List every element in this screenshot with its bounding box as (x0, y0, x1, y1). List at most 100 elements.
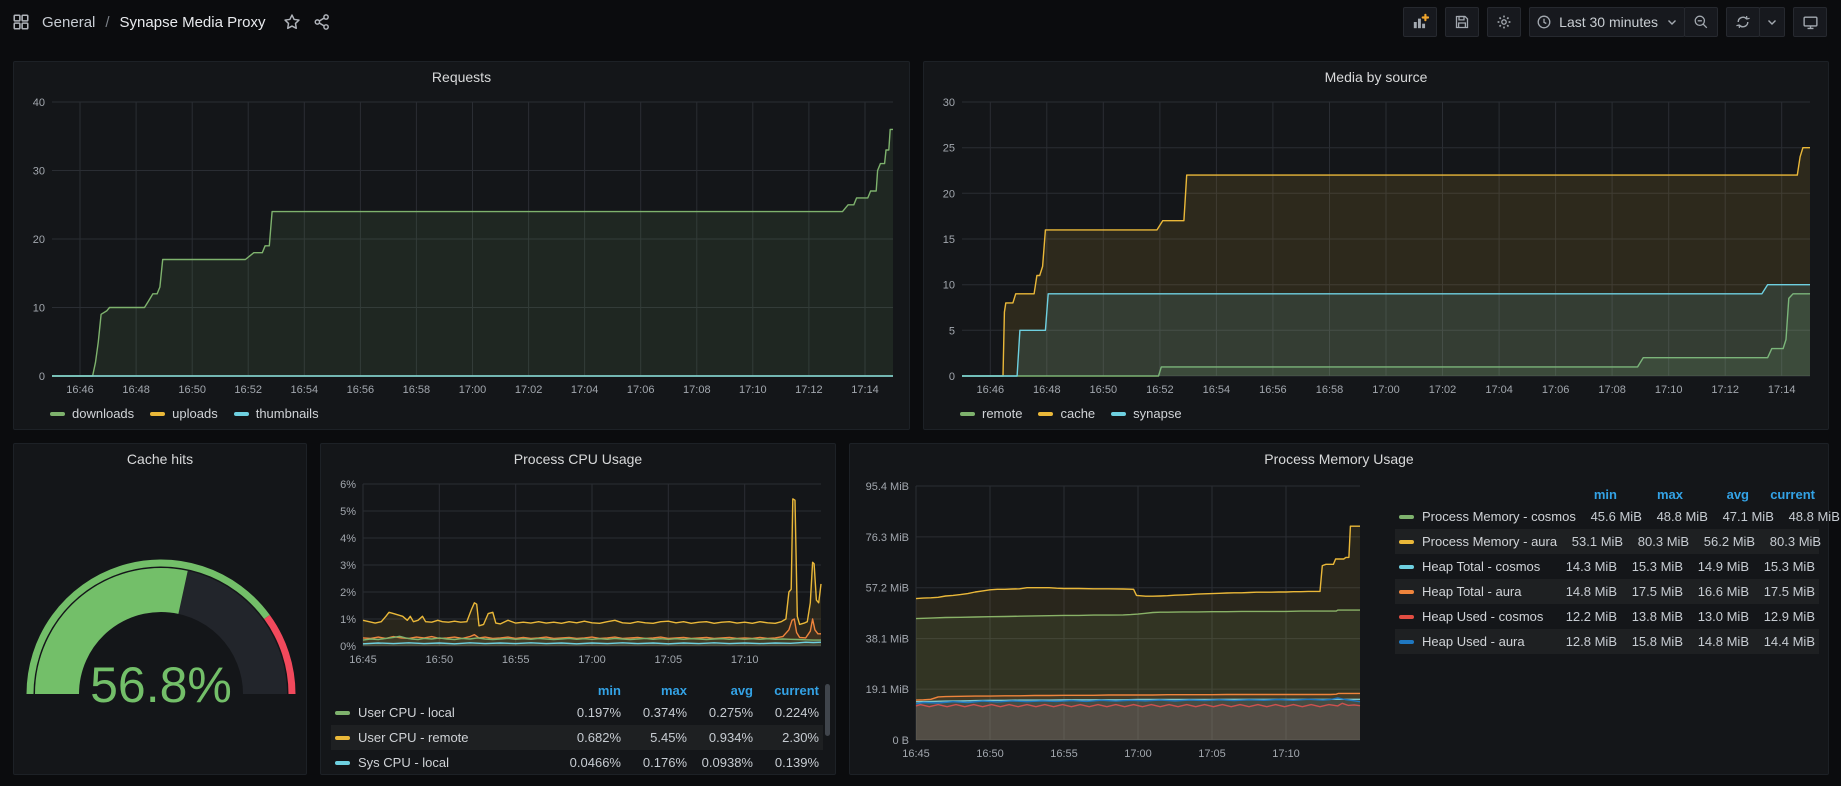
series-swatch (1399, 540, 1414, 544)
cache-hits-gauge: 56.8% (16, 516, 306, 721)
svg-text:16:50: 16:50 (976, 748, 1004, 760)
legend-row-User CPU - local[interactable]: User CPU - local0.197%0.374%0.275%0.224% (331, 700, 823, 725)
legend-value: 15.8 MiB (1617, 634, 1683, 649)
legend-scrollbar[interactable] (825, 684, 830, 736)
legend-label: Process Memory - aura (1422, 534, 1557, 549)
svg-text:17:12: 17:12 (1711, 384, 1739, 396)
svg-text:16:54: 16:54 (1203, 384, 1231, 396)
legend-row-Heap Total - cosmos[interactable]: Heap Total - cosmos14.3 MiB15.3 MiB14.9 … (1395, 554, 1819, 579)
legend-row-Process Memory - cosmos[interactable]: Process Memory - cosmos45.6 MiB48.8 MiB4… (1395, 504, 1819, 529)
legend-row-User CPU - remote[interactable]: User CPU - remote0.682%5.45%0.934%2.30% (331, 725, 823, 750)
legend-value: 48.8 MiB (1642, 509, 1708, 524)
dashboard-settings-button[interactable] (1487, 7, 1521, 37)
legend-value: 0.682% (555, 730, 621, 745)
series-swatch (150, 412, 165, 416)
legend-label: thumbnails (256, 406, 319, 421)
svg-text:16:52: 16:52 (234, 384, 262, 396)
legend-label: Heap Used - aura (1422, 634, 1525, 649)
legend-value: 0.0466% (555, 755, 621, 770)
svg-text:6%: 6% (340, 479, 356, 491)
legend-value: 5.45% (621, 730, 687, 745)
svg-text:16:56: 16:56 (1259, 384, 1287, 396)
svg-text:17:04: 17:04 (1485, 384, 1513, 396)
legend-item-cache[interactable]: cache (1038, 406, 1095, 421)
save-icon (1454, 14, 1470, 30)
share-icon[interactable] (313, 13, 331, 31)
legend-label: Heap Used - cosmos (1422, 609, 1543, 624)
monitor-icon (1802, 14, 1819, 31)
legend-sort-max[interactable]: max (1617, 487, 1683, 502)
legend-item-synapse[interactable]: synapse (1111, 406, 1181, 421)
svg-text:17:10: 17:10 (1655, 384, 1683, 396)
legend-sort-min[interactable]: min (1551, 487, 1617, 502)
svg-text:20: 20 (943, 188, 955, 200)
svg-text:17:02: 17:02 (1429, 384, 1457, 396)
legend-value: 53.1 MiB (1557, 534, 1623, 549)
legend-row-Heap Used - aura[interactable]: Heap Used - aura12.8 MiB15.8 MiB14.8 MiB… (1395, 629, 1819, 654)
legend-sort-avg[interactable]: avg (1683, 487, 1749, 502)
chevron-down-icon (1666, 16, 1678, 28)
svg-text:16:50: 16:50 (1090, 384, 1118, 396)
requests-chart: 01020304016:4616:4816:5016:5216:5416:561… (18, 90, 903, 402)
save-dashboard-button[interactable] (1445, 7, 1479, 37)
panel-title-process-cpu[interactable]: Process CPU Usage (321, 444, 835, 472)
time-range-picker[interactable]: Last 30 minutes (1529, 7, 1685, 37)
breadcrumb-folder[interactable]: General (42, 14, 95, 31)
legend-row-Heap Used - cosmos[interactable]: Heap Used - cosmos12.2 MiB13.8 MiB13.0 M… (1395, 604, 1819, 629)
svg-text:0 B: 0 B (892, 735, 909, 747)
legend-value: 0.934% (687, 730, 753, 745)
panel-title-media[interactable]: Media by source (924, 62, 1828, 90)
svg-text:16:48: 16:48 (1033, 384, 1061, 396)
legend-value: 0.224% (753, 705, 819, 720)
cpu-legend-table: minmaxavgcurrentUser CPU - local0.197%0.… (331, 680, 823, 775)
add-panel-button[interactable] (1403, 7, 1437, 37)
apps-grid-icon[interactable] (12, 13, 30, 31)
panel-title-cache-hits[interactable]: Cache hits (14, 444, 306, 472)
series-swatch (335, 761, 350, 765)
svg-text:16:46: 16:46 (66, 384, 94, 396)
panel-process-cpu: Process CPU Usage 0%1%2%3%4%5%6%16:4516:… (320, 443, 836, 775)
svg-text:40: 40 (33, 97, 45, 109)
panel-process-memory: Process Memory Usage 0 B19.1 MiB38.1 MiB… (849, 443, 1829, 775)
legend-value: 2.30% (753, 730, 819, 745)
svg-text:10: 10 (33, 303, 45, 315)
legend-value: 14.3 MiB (1551, 559, 1617, 574)
legend-sort-max[interactable]: max (621, 683, 687, 698)
star-icon[interactable] (283, 13, 301, 31)
svg-text:16:45: 16:45 (902, 748, 930, 760)
zoom-out-button[interactable] (1684, 7, 1718, 37)
svg-text:17:00: 17:00 (459, 384, 487, 396)
svg-text:17:02: 17:02 (515, 384, 543, 396)
legend-sort-current[interactable]: current (753, 683, 819, 698)
legend-row-Heap Total - aura[interactable]: Heap Total - aura14.8 MiB17.5 MiB16.6 Mi… (1395, 579, 1819, 604)
panel-title-requests[interactable]: Requests (14, 62, 909, 90)
legend-row-Process Memory - aura[interactable]: Process Memory - aura53.1 MiB80.3 MiB56.… (1395, 529, 1819, 554)
panel-title-process-memory[interactable]: Process Memory Usage (850, 444, 1828, 472)
svg-text:16:56: 16:56 (347, 384, 375, 396)
legend-value: 80.3 MiB (1755, 534, 1821, 549)
refresh-button[interactable] (1726, 7, 1760, 37)
legend-value: 12.9 MiB (1749, 609, 1815, 624)
svg-text:57.2 MiB: 57.2 MiB (866, 583, 909, 595)
svg-text:17:05: 17:05 (1198, 748, 1226, 760)
series-swatch (1399, 565, 1414, 569)
svg-text:1%: 1% (340, 614, 356, 626)
legend-sort-avg[interactable]: avg (687, 683, 753, 698)
legend-item-uploads[interactable]: uploads (150, 406, 218, 421)
legend-item-downloads[interactable]: downloads (50, 406, 134, 421)
legend-sort-current[interactable]: current (1749, 487, 1815, 502)
dashboard-title[interactable]: Synapse Media Proxy (120, 14, 266, 31)
legend-label: cache (1060, 406, 1095, 421)
legend-label: User CPU - local (358, 705, 455, 720)
legend-table-header: minmaxavgcurrent (1395, 484, 1819, 504)
cycle-view-mode-button[interactable] (1793, 7, 1827, 37)
refresh-icon (1735, 14, 1751, 30)
refresh-interval-button[interactable] (1759, 7, 1785, 37)
legend-value: 0.275% (687, 705, 753, 720)
legend-row-Sys CPU - local[interactable]: Sys CPU - local0.0466%0.176%0.0938%0.139… (331, 750, 823, 775)
legend-table-header: minmaxavgcurrent (331, 680, 823, 700)
legend-value: 14.4 MiB (1749, 634, 1815, 649)
legend-item-thumbnails[interactable]: thumbnails (234, 406, 319, 421)
legend-item-remote[interactable]: remote (960, 406, 1022, 421)
legend-sort-min[interactable]: min (555, 683, 621, 698)
